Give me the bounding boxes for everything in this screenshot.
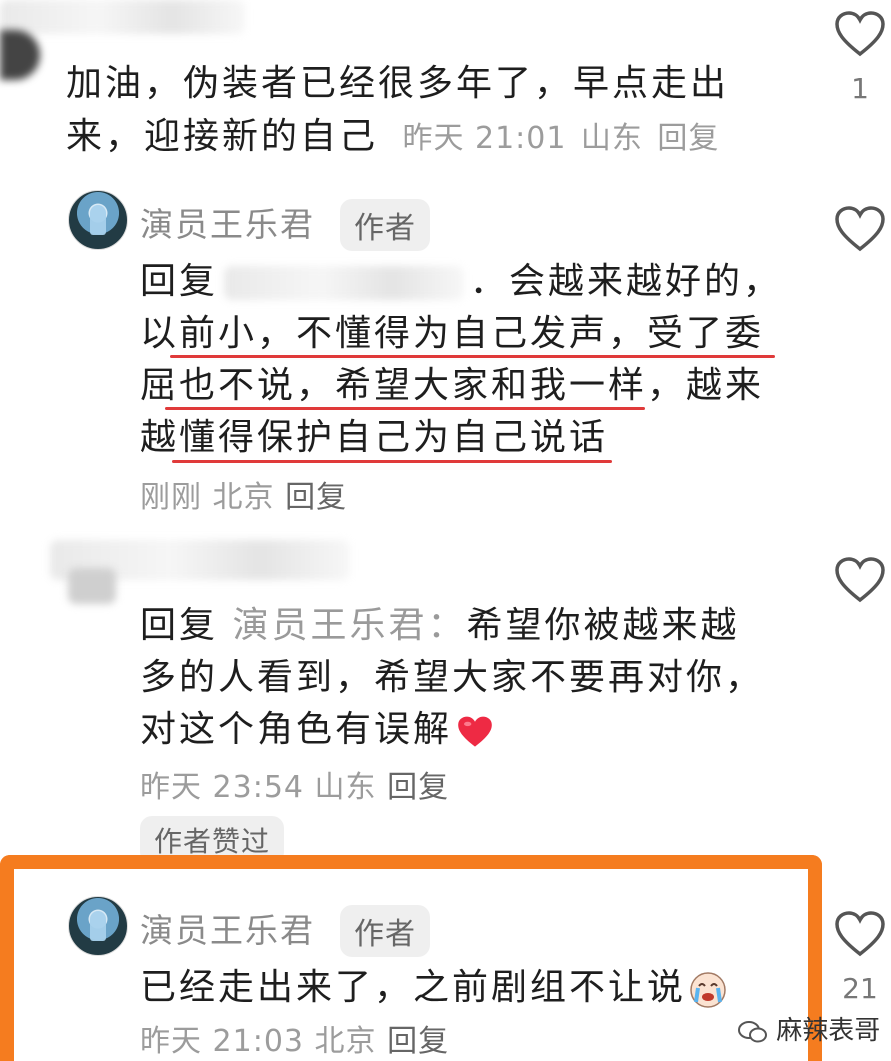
blurred-avatar xyxy=(0,30,40,80)
comment-4-text: 已经走出来了，之前剧组不让说 xyxy=(140,962,728,1014)
comment-3-time: 昨天 23:54 xyxy=(140,770,304,805)
comment-3-reply-button[interactable]: 回复 xyxy=(387,770,449,805)
comment-2-line1-content: ．会越来越好的， xyxy=(470,261,783,302)
comment-3-like-heart-icon[interactable] xyxy=(834,556,886,604)
underline-3 xyxy=(172,460,612,463)
crying-face-emoji-icon xyxy=(688,969,728,1009)
comment-1-text-line2-content: 来，迎接新的自己 xyxy=(66,116,379,157)
comment-3-meta: 昨天 23:54 山东 回复 xyxy=(140,762,449,806)
comment-2-like-heart-icon[interactable] xyxy=(834,205,886,253)
comment-2-location: 北京 xyxy=(212,480,275,515)
comment-1-text-line1: 加油，伪装者已经很多年了，早点走出 xyxy=(66,63,730,104)
comment-4-text-content: 已经走出来了，之前剧组不让说 xyxy=(140,967,687,1008)
comment-2-line3: 屈也不说，希望大家和我一样，越来 xyxy=(140,365,765,406)
comment-1-reply-button[interactable]: 回复 xyxy=(657,121,719,156)
comment-1-like-count: 1 xyxy=(851,72,869,105)
comment-3-line1-content: 希望你被越来越 xyxy=(466,605,740,646)
comment-2-line4: 越懂得保护自己为自己说话 xyxy=(140,417,609,458)
comment-3-reply-to[interactable]: 演员王乐君： xyxy=(232,605,466,646)
watermark: 麻辣表哥 xyxy=(738,1010,880,1047)
comment-3-line1: 回复 演员王乐君：希望你被越来越 xyxy=(140,600,740,652)
comment-4-time: 昨天 21:03 xyxy=(140,1024,304,1059)
red-heart-emoji-icon xyxy=(456,713,494,749)
author-avatar-2[interactable] xyxy=(68,896,128,956)
comment-3-location: 山东 xyxy=(314,770,377,805)
comment-1-text-line2: 来，迎接新的自己 昨天 21:01 山东 回复 xyxy=(66,111,719,165)
comment-3-line2: 多的人看到，希望大家不要再对你， xyxy=(140,657,765,698)
comment-2-author-name[interactable]: 演员王乐君 xyxy=(140,198,315,246)
comment-1-like-heart-icon[interactable] xyxy=(834,10,886,58)
wechat-icon xyxy=(738,1020,768,1044)
comment-2-line1: 回复 ．会越来越好的， xyxy=(140,256,782,308)
underline-1 xyxy=(170,355,775,358)
comment-3-reply-prefix: 回复 xyxy=(140,605,219,646)
comment-2-meta: 刚刚 北京 回复 xyxy=(140,472,347,516)
comment-1-time: 昨天 21:01 xyxy=(402,121,567,156)
underline-2 xyxy=(165,407,645,410)
comment-2-time: 刚刚 xyxy=(140,480,202,515)
comment-4-location: 北京 xyxy=(314,1024,377,1059)
comment-2-line2: 以前小，不懂得为自己发声，受了委 xyxy=(140,313,765,354)
blurred-username xyxy=(0,0,245,34)
watermark-text: 麻辣表哥 xyxy=(776,1016,881,1046)
comment-2-reply-button[interactable]: 回复 xyxy=(285,480,347,515)
comment-4-like-heart-icon[interactable] xyxy=(834,910,886,958)
author-avatar[interactable] xyxy=(68,190,128,250)
comment-2-author-tag: 作者 xyxy=(340,199,430,251)
comment-3-line3: 对这个角色有误解 xyxy=(140,704,494,756)
comment-4-author-tag: 作者 xyxy=(340,905,430,957)
comment-4-meta: 昨天 21:03 北京 回复 xyxy=(140,1016,449,1060)
comment-4-like-count: 21 xyxy=(842,972,878,1005)
comment-1-location: 山东 xyxy=(580,121,643,156)
comment-2-reply-prefix: 回复 xyxy=(140,261,219,302)
comment-4-author-name[interactable]: 演员王乐君 xyxy=(140,904,315,952)
blurred-commenter-avatar xyxy=(68,568,116,604)
blurred-reply-target xyxy=(224,266,465,300)
comment-4-reply-button[interactable]: 回复 xyxy=(387,1024,449,1059)
comment-3-line3-content: 对这个角色有误解 xyxy=(140,709,453,750)
